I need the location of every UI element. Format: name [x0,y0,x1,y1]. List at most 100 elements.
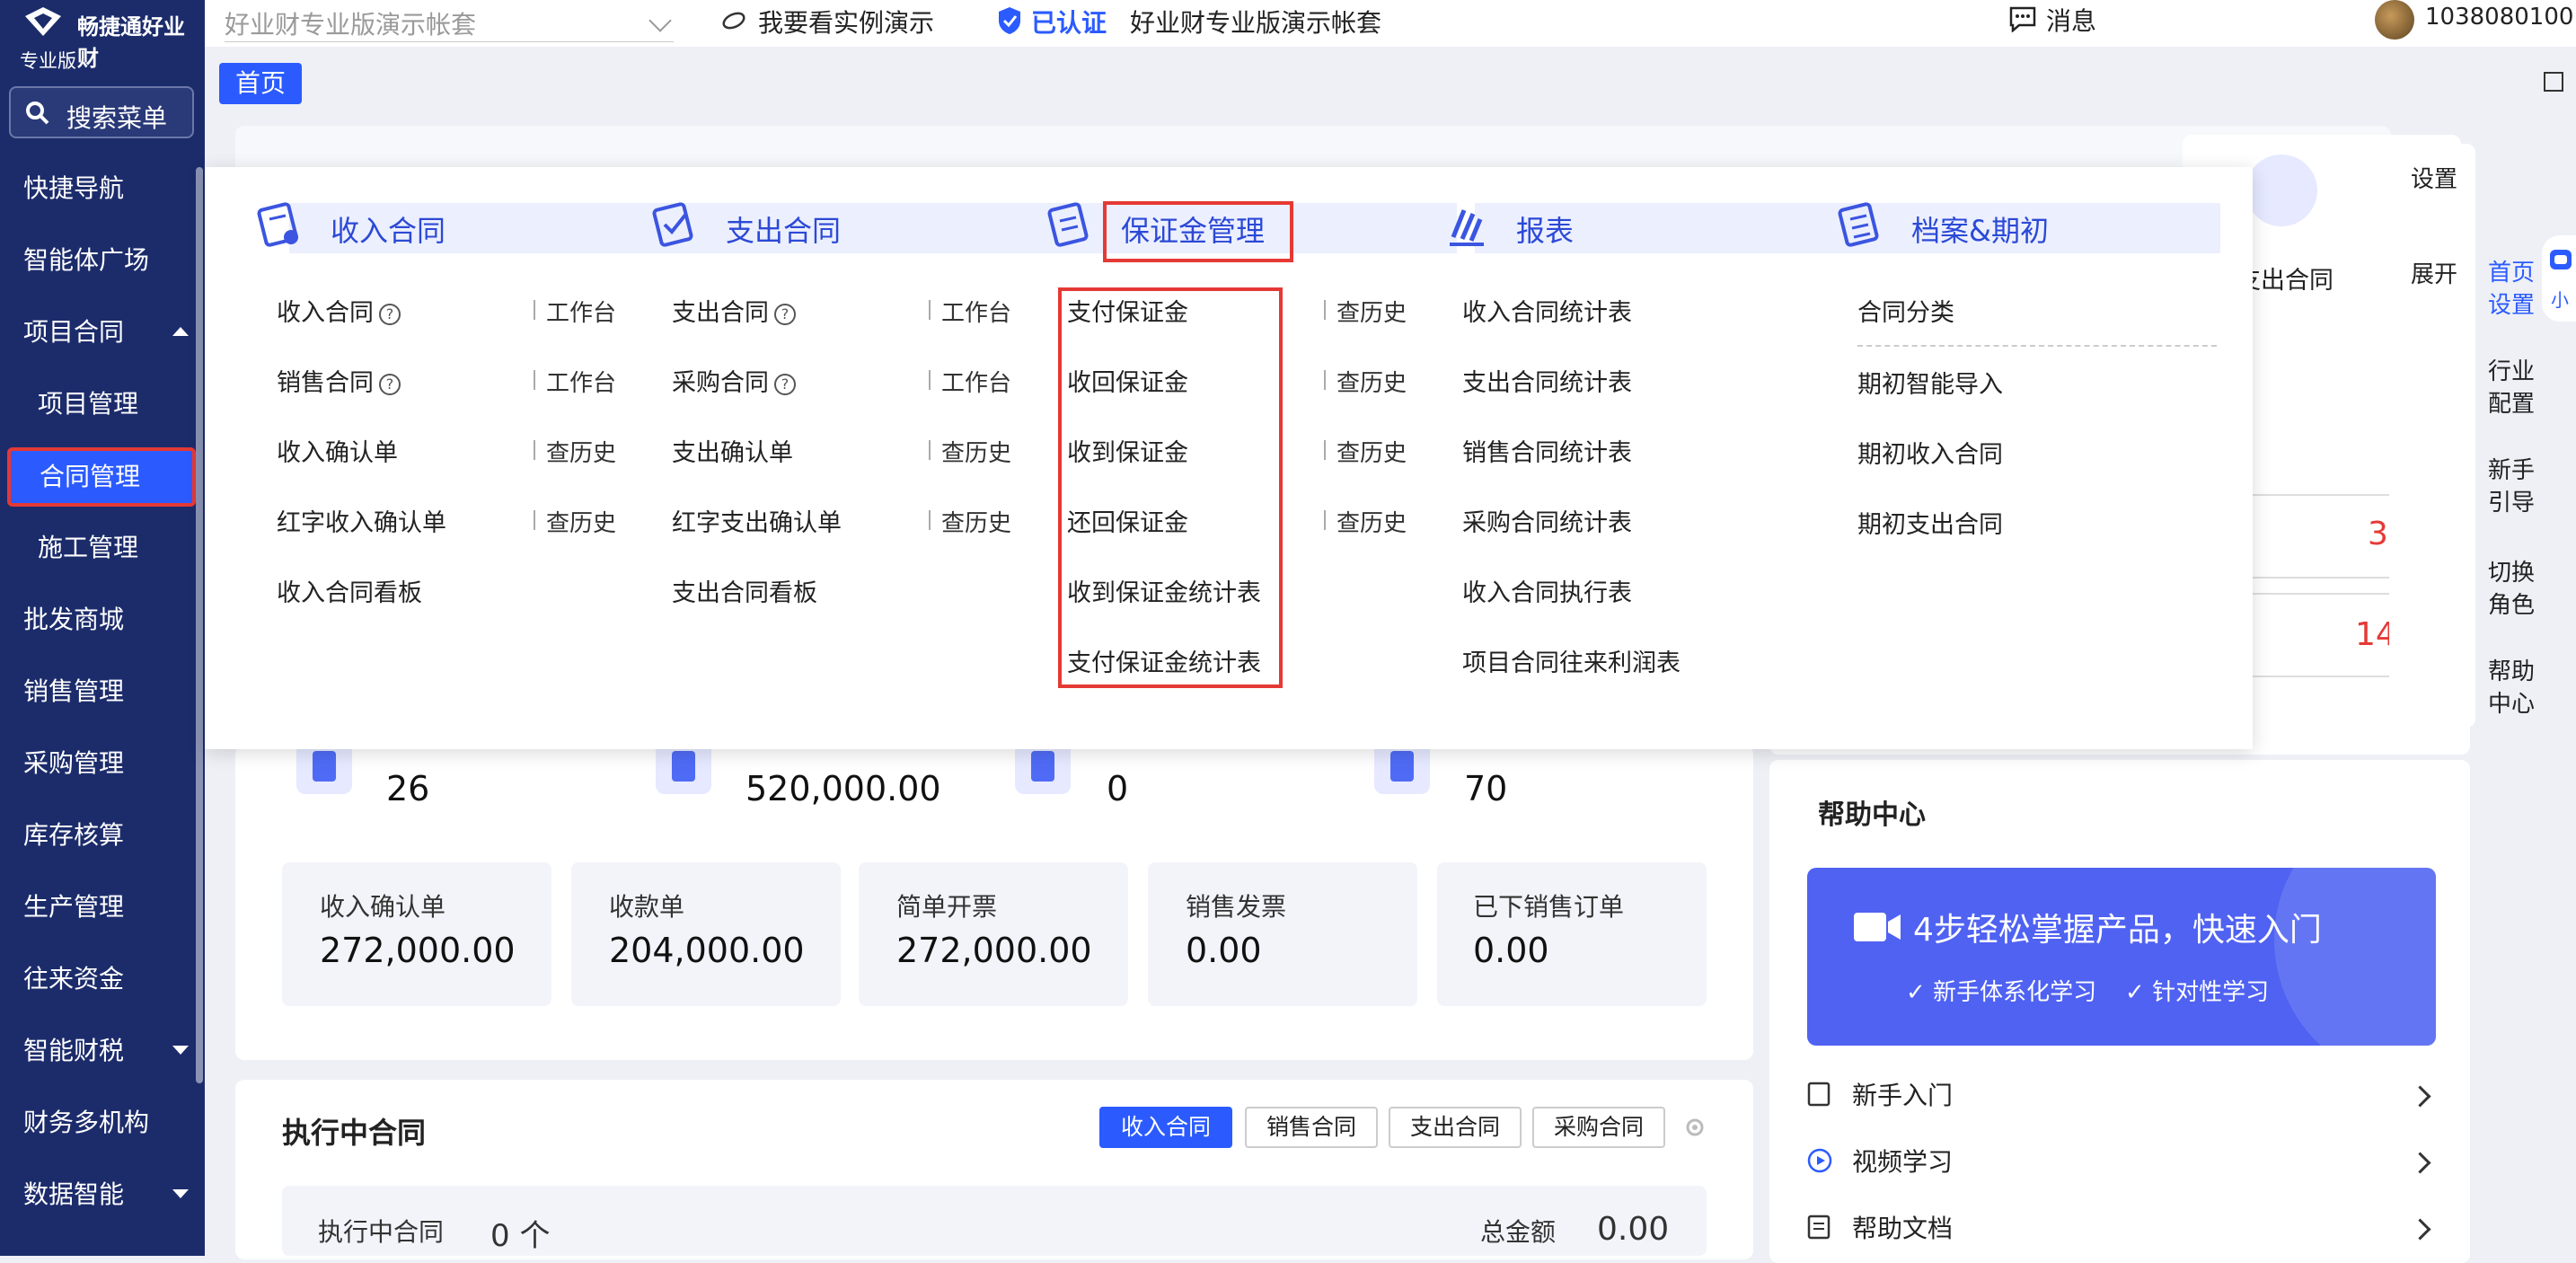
separator [534,370,535,390]
menu-income-contract[interactable]: 收入合同? [277,293,401,328]
message-icon[interactable] [2008,5,2037,32]
industry-config-link[interactable]: 行业 配置 [2475,356,2547,420]
filter-expense-contract[interactable]: 支出合同 [1389,1107,1522,1148]
search-icon [26,102,49,125]
nav-project-contract[interactable]: 项目合同 [0,305,198,359]
beginner-guide-link[interactable]: 新手 引导 [2475,455,2547,519]
sidebar-scrollbar[interactable] [196,167,203,1083]
nav-label: 采购管理 [23,748,125,778]
help-link-docs[interactable]: 帮助文档 [1807,1207,2436,1250]
nav-smart-finance-tax[interactable]: 智能财税 [0,1024,198,1078]
top-bar: 好业财专业版演示帐套 我要看实例演示 已认证 好业财专业版演示帐套 消息 103… [205,0,2576,47]
expand-link[interactable]: 展开 [2398,259,2470,291]
help-icon[interactable]: ? [379,373,401,395]
demo-link[interactable]: 我要看实例演示 [758,4,934,40]
settings-link[interactable]: 设置 [2398,163,2470,196]
column-title-expense: 支出合同 [726,214,842,248]
menu-income-contract-execution[interactable]: 收入合同执行表 [1462,573,1632,608]
messages-link[interactable]: 消息 [2046,2,2096,38]
history-link[interactable]: 查历史 [941,505,1011,538]
menu-project-contract-profit[interactable]: 项目合同往来利润表 [1462,643,1681,678]
banner-title: 4步轻松掌握产品，快速入门 [1913,912,2322,949]
nav-contract-management[interactable]: 合同管理 [7,447,196,507]
history-link[interactable]: 查历史 [1337,295,1407,328]
avatar[interactable] [2375,0,2414,40]
menu-income-contract-board[interactable]: 收入合同看板 [277,573,422,608]
nav-agent-square[interactable]: 智能体广场 [0,234,198,287]
tab-home[interactable]: 首页 [219,63,302,104]
history-link[interactable]: 查历史 [546,435,616,468]
history-link[interactable]: 查历史 [1337,505,1407,538]
menu-recover-deposit[interactable]: 收回保证金 [1067,363,1188,398]
menu-expense-contract-board[interactable]: 支出合同看板 [672,573,817,608]
menu-income-confirmation[interactable]: 收入确认单 [277,433,398,468]
history-link[interactable]: 查历史 [1337,435,1407,468]
help-banner[interactable]: 4步轻松掌握产品，快速入门 ✓ 新手体系化学习 ✓ 针对性学习 [1807,868,2436,1046]
menu-expense-confirmation[interactable]: 支出确认单 [672,433,793,468]
help-icon[interactable]: ? [774,373,796,395]
filter-income-contract[interactable]: 收入合同 [1099,1107,1232,1148]
nav-quick-nav[interactable]: 快捷导航 [0,162,198,216]
menu-opening-smart-import[interactable]: 期初智能导入 [1857,365,2003,400]
filter-sales-contract[interactable]: 销售合同 [1245,1107,1378,1148]
workbench-link[interactable]: 工作台 [941,365,1011,398]
menu-purchase-contract-stats[interactable]: 采购合同统计表 [1462,503,1632,538]
help-center-link[interactable]: 帮助 中心 [2475,656,2547,720]
menu-contract-category[interactable]: 合同分类 [1857,293,1954,328]
help-center-title: 帮助中心 [1818,799,1926,831]
history-link[interactable]: 查历史 [546,505,616,538]
history-link[interactable]: 查历史 [941,435,1011,468]
menu-opening-income-contract[interactable]: 期初收入合同 [1857,435,2003,470]
nav-production-management[interactable]: 生产管理 [0,880,198,934]
income-contract-icon [257,202,298,247]
help-icon[interactable]: ? [774,303,796,325]
gear-icon[interactable] [1683,1116,1707,1139]
workbench-link[interactable]: 工作台 [546,365,616,398]
filter-purchase-contract[interactable]: 采购合同 [1532,1107,1665,1148]
menu-return-deposit[interactable]: 还回保证金 [1067,503,1188,538]
menu-expense-contract[interactable]: 支出合同? [672,293,796,328]
menu-paid-deposit-stats[interactable]: 支付保证金统计表 [1067,643,1261,678]
search-menu-button[interactable]: 搜索菜单 [9,86,194,138]
separator [534,300,535,320]
nav-receivables-funds[interactable]: 往来资金 [0,952,198,1006]
help-link-video[interactable]: 视频学习 [1807,1141,2436,1184]
nav-label: 合同管理 [40,462,141,491]
brand-name: 畅捷通好业财 [77,14,185,71]
executing-count-label: 执行中合同 [318,1217,445,1247]
menu-income-contract-stats[interactable]: 收入合同统计表 [1462,293,1632,328]
menu-received-deposit-stats[interactable]: 收到保证金统计表 [1067,573,1261,608]
menu-receive-deposit[interactable]: 收到保证金 [1067,433,1188,468]
assistant-tab[interactable]: 小 [2542,235,2576,322]
menu-red-expense-confirmation[interactable]: 红字支出确认单 [672,503,842,538]
menu-sales-contract[interactable]: 销售合同? [277,363,401,398]
menu-expense-contract-stats[interactable]: 支出合同统计表 [1462,363,1632,398]
workbench-link[interactable]: 工作台 [546,295,616,328]
switch-role-link[interactable]: 切换 角色 [2475,557,2547,622]
nav-label: 批发商城 [23,605,125,634]
menu-opening-expense-contract[interactable]: 期初支出合同 [1857,505,2003,540]
account-select[interactable]: 好业财专业版演示帐套 [225,4,674,42]
nav-project-management[interactable]: 项目管理 [0,377,198,431]
menu-sales-contract-stats[interactable]: 销售合同统计表 [1462,433,1632,468]
menu-red-income-confirmation[interactable]: 红字收入确认单 [277,503,446,538]
search-menu-label: 搜索菜单 [66,103,168,133]
nav-wholesale-mall[interactable]: 批发商城 [0,593,198,647]
nav-sales-management[interactable]: 销售管理 [0,665,198,719]
menu-pay-deposit[interactable]: 支付保证金 [1067,293,1188,328]
nav-finance-multi-org[interactable]: 财务多机构 [0,1096,198,1150]
nav-purchase-management[interactable]: 采购管理 [0,737,198,790]
history-link[interactable]: 查历史 [1337,365,1407,398]
right-strip-panel [2389,144,2475,728]
nav-data-intelligence[interactable]: 数据智能 [0,1168,198,1222]
help-icon[interactable]: ? [379,303,401,325]
home-settings-link[interactable]: 首页 设置 [2475,257,2547,322]
nav-construction-management[interactable]: 施工管理 [0,521,198,575]
user-id[interactable]: 1038080100 [2425,4,2573,31]
fullscreen-icon[interactable] [2544,72,2563,92]
workbench-link[interactable]: 工作台 [941,295,1011,328]
nav-inventory-accounting[interactable]: 库存核算 [0,808,198,862]
stat-value: 26 [386,769,430,808]
menu-purchase-contract[interactable]: 采购合同? [672,363,796,398]
help-link-getting-started[interactable]: 新手入门 [1807,1074,2436,1117]
